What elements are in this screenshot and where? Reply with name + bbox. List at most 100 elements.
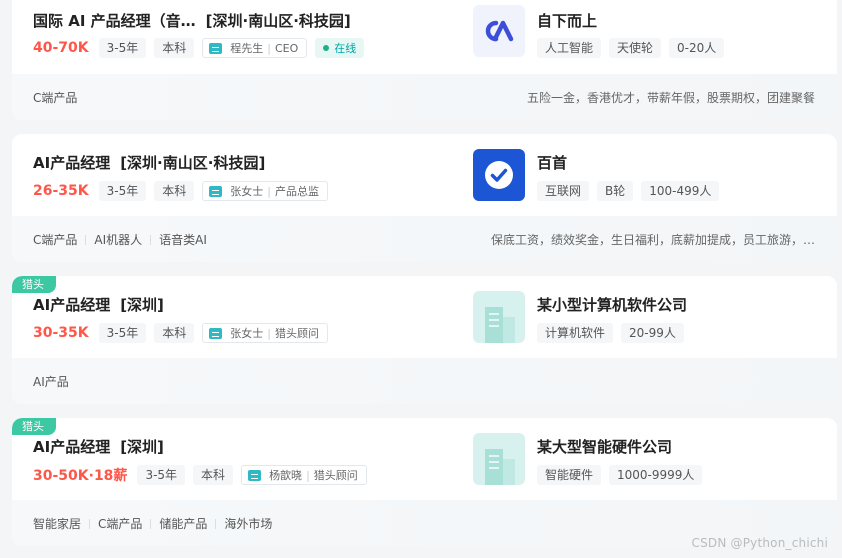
welfare-text: 五险一金，香港优才，带薪年假，股票期权，团建聚餐: [526, 90, 815, 105]
skill-tag: C端产品: [33, 90, 78, 105]
card-footer: C端产品 AI机器人 语音类AI 保底工资，绩效奖金，生日福利，底薪加提成，员工…: [12, 216, 837, 262]
recruiter-name: 程先生: [230, 42, 264, 55]
recruiter-role: 猎头顾问: [313, 469, 358, 482]
separator: |: [267, 326, 271, 340]
job-card[interactable]: 猎头 AI产品经理 [深圳] 30-35K 3-5年 本科 张女士 | 猎头顾问 某小…: [12, 276, 837, 404]
company-industry-tag: 人工智能: [537, 38, 602, 58]
job-card[interactable]: 国际 AI 产品经理（音… [深圳·南山区·科技园] 40-70K 3-5年 本科…: [12, 0, 837, 120]
chat-icon: [209, 42, 223, 54]
job-location: [深圳]: [120, 296, 164, 314]
skill-tag: 语音类AI: [142, 231, 207, 248]
recruiter-name: 张女士: [230, 185, 264, 198]
chat-icon: [209, 327, 223, 339]
job-location: [深圳]: [120, 438, 164, 456]
recruiter-name: 张女士: [230, 327, 264, 340]
recruiter-chat-button[interactable]: 张女士 | 猎头顾问: [202, 323, 328, 343]
experience-tag: 3-5年: [98, 181, 147, 201]
job-title-text: AI产品经理: [33, 438, 111, 456]
building-icon: [485, 307, 515, 343]
job-meta: 30-50K·18薪 3-5年 本科 杨歆晓 | 猎头顾问: [33, 465, 375, 485]
company-size-tag: 20-99人: [621, 323, 684, 343]
recruiter-chat-button[interactable]: 杨歆晓 | 猎头顾问: [241, 465, 367, 485]
company-stage-tag: 天使轮: [609, 38, 662, 58]
job-meta: 40-70K 3-5年 本科 程先生 | CEO 在线: [33, 38, 365, 58]
company-size-tag: 1000-9999人: [609, 465, 703, 485]
company-logo[interactable]: [473, 149, 525, 201]
company-logo[interactable]: [473, 291, 525, 343]
company-logo[interactable]: [473, 5, 525, 57]
online-status-badge: 在线: [315, 38, 365, 58]
job-location: [深圳·南山区·科技园]: [205, 12, 351, 30]
job-title[interactable]: 国际 AI 产品经理（音… [深圳·南山区·科技园]: [33, 10, 351, 31]
recruiter-role: 产品总监: [274, 185, 319, 198]
skill-tag: AI产品: [33, 374, 69, 389]
salary: 40-70K: [33, 40, 89, 56]
company-industry-tag: 互联网: [537, 181, 590, 201]
recruiter-chat-button[interactable]: 程先生 | CEO: [202, 38, 308, 58]
building-icon: [485, 449, 515, 485]
headhunter-badge: 猎头: [12, 418, 56, 435]
company-tags: 计算机软件 20-99人: [537, 323, 692, 343]
degree-tag: 本科: [154, 38, 195, 58]
experience-tag: 3-5年: [98, 323, 147, 343]
online-status-text: 在线: [334, 42, 357, 55]
skill-tag: C端产品: [33, 232, 78, 247]
company-name[interactable]: 某小型计算机软件公司: [537, 294, 687, 315]
chat-icon: [248, 469, 262, 481]
skill-tag: 海外市场: [207, 515, 272, 532]
job-title[interactable]: AI产品经理 [深圳·南山区·科技园]: [33, 152, 265, 173]
job-title-text: 国际 AI 产品经理（音…: [33, 12, 196, 30]
skill-tags: C端产品 AI机器人 语音类AI: [33, 231, 207, 248]
card-footer: C端产品 五险一金，香港优才，带薪年假，股票期权，团建聚餐: [12, 74, 837, 120]
separator: |: [267, 184, 271, 198]
job-title-text: AI产品经理: [33, 296, 111, 314]
welfare-text: 保底工资，绩效奖金，生日福利，底薪加提成，员工旅游，…: [490, 232, 815, 247]
job-meta: 30-35K 3-5年 本科 张女士 | 猎头顾问: [33, 323, 336, 343]
check-circle-icon: [485, 161, 513, 189]
company-logo[interactable]: [473, 433, 525, 485]
recruiter-role: CEO: [274, 41, 299, 55]
company-stage-tag: B轮: [597, 181, 634, 201]
company-tags: 互联网 B轮 100-499人: [537, 181, 727, 201]
company-industry-tag: 智能硬件: [537, 465, 602, 485]
card-footer: AI产品: [12, 358, 837, 404]
salary: 26-35K: [33, 183, 89, 199]
job-title-text: AI产品经理: [33, 154, 111, 172]
recruiter-chat-button[interactable]: 张女士 | 产品总监: [202, 181, 328, 201]
degree-tag: 本科: [193, 465, 234, 485]
degree-tag: 本科: [154, 323, 195, 343]
skill-tag: 储能产品: [142, 515, 207, 532]
job-title[interactable]: AI产品经理 [深圳]: [33, 436, 164, 457]
skill-tag: AI机器人: [77, 231, 142, 248]
experience-tag: 3-5年: [137, 465, 186, 485]
headhunter-badge: 猎头: [12, 276, 56, 293]
job-card[interactable]: 猎头 AI产品经理 [深圳] 30-50K·18薪 3-5年 本科 杨歆晓 | 猎头顾…: [12, 418, 837, 546]
company-name[interactable]: 百首: [537, 152, 567, 173]
separator: |: [306, 468, 310, 482]
job-meta: 26-35K 3-5年 本科 张女士 | 产品总监: [33, 181, 336, 201]
experience-tag: 3-5年: [98, 38, 147, 58]
recruiter-name: 杨歆晓: [269, 469, 303, 482]
skill-tag: C端产品: [81, 515, 142, 532]
company-size-tag: 100-499人: [641, 181, 720, 201]
company-tags: 智能硬件 1000-9999人: [537, 465, 710, 485]
skill-tag: 智能家居: [33, 516, 82, 531]
chat-icon: [209, 185, 223, 197]
job-card[interactable]: AI产品经理 [深圳·南山区·科技园] 26-35K 3-5年 本科 张女士 | 产品…: [12, 134, 837, 262]
recruiter-role: 猎头顾问: [274, 327, 319, 340]
job-title[interactable]: AI产品经理 [深圳]: [33, 294, 164, 315]
online-dot-icon: [323, 45, 330, 51]
company-size-tag: 0-20人: [669, 38, 725, 58]
job-location: [深圳·南山区·科技园]: [120, 154, 266, 172]
skill-tags: C端产品: [33, 89, 77, 106]
separator: |: [267, 41, 271, 55]
watermark: CSDN @Python_chichi: [691, 536, 828, 550]
company-logo-icon: [485, 20, 514, 42]
salary: 30-35K: [33, 325, 89, 341]
company-industry-tag: 计算机软件: [537, 323, 614, 343]
company-tags: 人工智能 天使轮 0-20人: [537, 38, 732, 58]
degree-tag: 本科: [154, 181, 195, 201]
company-name[interactable]: 自下而上: [537, 10, 597, 31]
company-name[interactable]: 某大型智能硬件公司: [537, 436, 672, 457]
skill-tags: AI产品: [33, 373, 69, 390]
